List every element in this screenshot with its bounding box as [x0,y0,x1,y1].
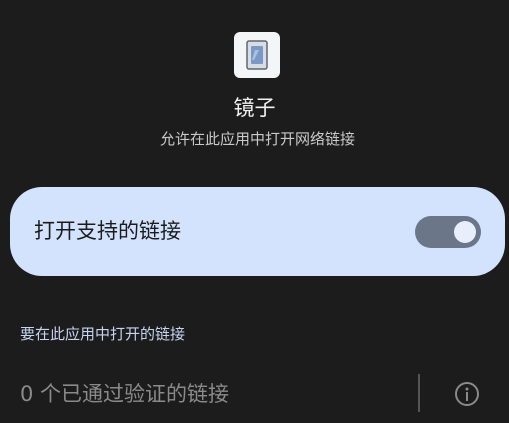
open-supported-links-toggle-row[interactable]: 打开支持的链接 [10,187,505,276]
switch-thumb [454,221,476,243]
app-subtitle: 允许在此应用中打开网络链接 [159,130,355,148]
info-icon[interactable] [454,381,480,407]
toggle-label: 打开支持的链接 [34,219,181,243]
links-section-header: 要在此应用中打开的链接 [20,325,186,343]
verified-links-count[interactable]: 0 个已通过验证的链接 [20,380,229,408]
app-link-settings-screen: 镜子 允许在此应用中打开网络链接 打开支持的链接 要在此应用中打开的链接 0 个… [0,0,509,423]
app-name: 镜子 [233,96,276,120]
open-supported-links-switch[interactable] [415,216,481,248]
mirror-app-icon [234,32,280,78]
row-divider [418,374,420,412]
